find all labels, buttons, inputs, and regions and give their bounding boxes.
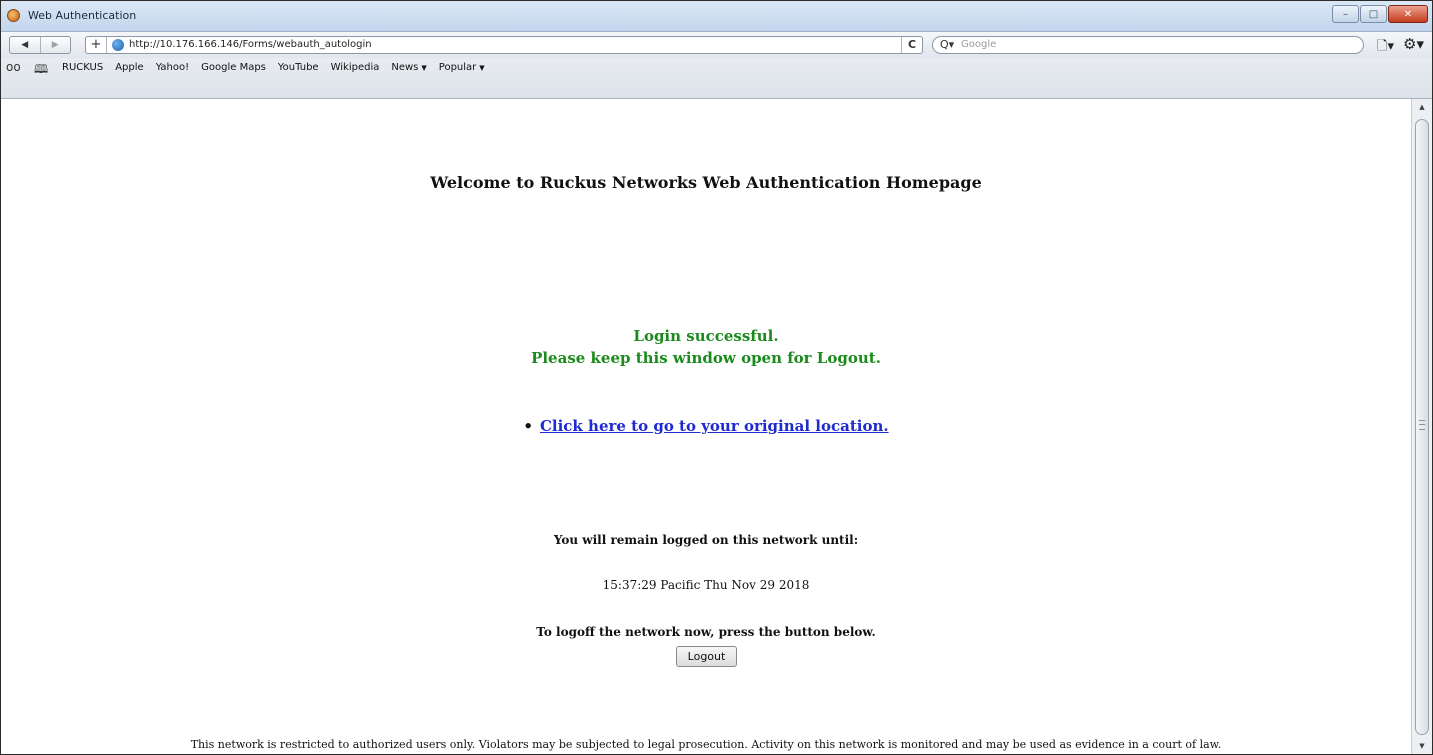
url-input[interactable] — [129, 39, 829, 50]
session-remain-label: You will remain logged on this network u… — [553, 533, 859, 547]
bookmark-yahoo[interactable]: Yahoo! — [156, 62, 189, 73]
scrollbar-thumb[interactable] — [1415, 119, 1429, 735]
bookmark-label: YouTube — [277, 62, 319, 73]
bookmark-youtube[interactable]: YouTube — [278, 62, 319, 73]
bookmark-google-maps[interactable]: Google Maps — [201, 62, 266, 73]
dropdown-caret-icon: ▼ — [421, 64, 427, 72]
logout-button[interactable]: Logout — [676, 646, 737, 667]
reload-button[interactable]: C — [901, 37, 922, 53]
window-controls: – □ ✕ — [1331, 5, 1428, 23]
legal-disclaimer: This network is restricted to authorized… — [190, 738, 1222, 751]
bookmark-label: Wikipedia — [330, 62, 380, 73]
history-buttons: ◀ ▶ — [9, 36, 71, 54]
page-menu-icon[interactable]: 🗋▾ — [1377, 37, 1394, 59]
original-location-item: • Click here to go to your original locat… — [1, 417, 1411, 435]
bookmark-wikipedia[interactable]: Wikipedia — [331, 62, 380, 73]
back-button[interactable]: ◀ — [10, 37, 41, 53]
minimize-button[interactable]: – — [1332, 5, 1359, 23]
page-content: Welcome to Ruckus Networks Web Authentic… — [1, 99, 1411, 754]
bookmark-news-menu[interactable]: News ▼ — [391, 62, 426, 73]
original-location-link[interactable]: Click here to go to your original locati… — [540, 417, 889, 435]
dropdown-caret-icon: ▼ — [479, 64, 485, 72]
bookmark-ruckus[interactable]: RUCKUS — [62, 62, 103, 73]
maximize-button[interactable]: □ — [1360, 5, 1387, 23]
globe-icon — [112, 39, 124, 51]
list-bullet: • — [523, 417, 533, 435]
bookmark-list: RUCKUS Apple Yahoo! Google Maps YouTube … — [62, 62, 497, 73]
reading-list-icon[interactable]: oo — [6, 60, 21, 74]
bookmark-label: News — [391, 62, 419, 73]
page-title: Welcome to Ruckus Networks Web Authentic… — [430, 173, 982, 192]
keep-open-line: Please keep this window open for Logout. — [531, 349, 881, 367]
address-bar[interactable]: + C — [85, 36, 923, 54]
bookmark-popular-menu[interactable]: Popular ▼ — [439, 62, 485, 73]
logoff-instruction: To logoff the network now, press the but… — [536, 625, 876, 639]
window-title: Web Authentication — [28, 9, 137, 22]
forward-button[interactable]: ▶ — [41, 37, 71, 53]
bookmark-label: Google Maps — [201, 62, 266, 73]
session-expiry-time: 15:37:29 Pacific Thu Nov 29 2018 — [602, 578, 810, 592]
bookmarks-bar: oo 🕮 RUCKUS Apple Yahoo! Google Maps You… — [1, 58, 1432, 99]
vertical-scrollbar[interactable]: ▲ ▼ — [1411, 99, 1432, 754]
bookmark-label: RUCKUS — [62, 62, 104, 73]
browser-app-icon — [7, 9, 20, 22]
bookmark-label: Popular — [438, 62, 477, 73]
browser-window: Web Authentication – □ ✕ ◀ ▶ + C Q▾ 🗋▾ ⚙… — [0, 0, 1433, 755]
bookmark-label: Yahoo! — [155, 62, 190, 73]
bookmark-apple[interactable]: Apple — [115, 62, 143, 73]
login-status-message: Login successful. Please keep this windo… — [1, 325, 1411, 369]
close-button[interactable]: ✕ — [1388, 5, 1428, 23]
grip-icon — [1419, 420, 1425, 430]
success-line: Login successful. — [633, 327, 779, 345]
title-bar: Web Authentication – □ ✕ — [1, 1, 1432, 32]
bookmarks-book-icon[interactable]: 🕮 — [34, 60, 48, 81]
search-box[interactable]: Q▾ — [932, 36, 1364, 54]
scroll-up-arrow-icon[interactable]: ▲ — [1412, 99, 1432, 115]
add-bookmark-button[interactable]: + — [86, 37, 107, 53]
navigation-toolbar: ◀ ▶ + C Q▾ 🗋▾ ⚙▾ — [1, 32, 1432, 58]
bookmark-label: Apple — [115, 62, 144, 73]
settings-gear-icon[interactable]: ⚙▾ — [1403, 35, 1424, 53]
scroll-down-arrow-icon[interactable]: ▼ — [1412, 738, 1432, 754]
search-input[interactable] — [961, 39, 1341, 50]
search-icon[interactable]: Q▾ — [940, 38, 954, 51]
